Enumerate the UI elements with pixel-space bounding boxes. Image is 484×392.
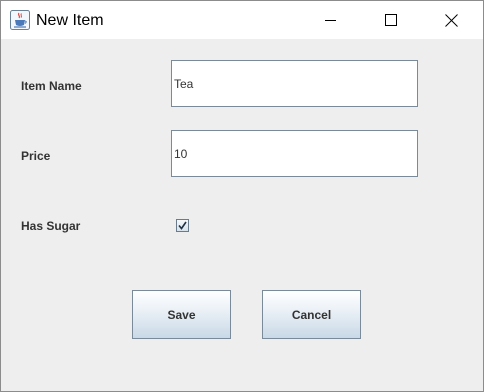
minimize-button[interactable] [308, 1, 354, 39]
java-cup-icon [10, 10, 30, 30]
checkmark-icon [178, 221, 187, 230]
cancel-button[interactable]: Cancel [262, 290, 361, 339]
item-name-label: Item Name [21, 79, 82, 93]
close-icon [444, 13, 458, 27]
save-button[interactable]: Save [132, 290, 231, 339]
minimize-icon [325, 20, 336, 21]
close-button[interactable] [428, 1, 474, 39]
price-field[interactable] [171, 130, 418, 177]
title-bar[interactable]: New Item [1, 1, 483, 39]
maximize-button[interactable] [368, 1, 414, 39]
has-sugar-label: Has Sugar [21, 219, 81, 233]
has-sugar-checkbox[interactable] [176, 219, 189, 232]
new-item-window: New Item Item Name Price Has Sugar Save … [0, 0, 484, 392]
maximize-icon [385, 14, 397, 26]
item-name-field[interactable] [171, 60, 418, 107]
window-title: New Item [36, 12, 104, 29]
price-label: Price [21, 149, 51, 163]
